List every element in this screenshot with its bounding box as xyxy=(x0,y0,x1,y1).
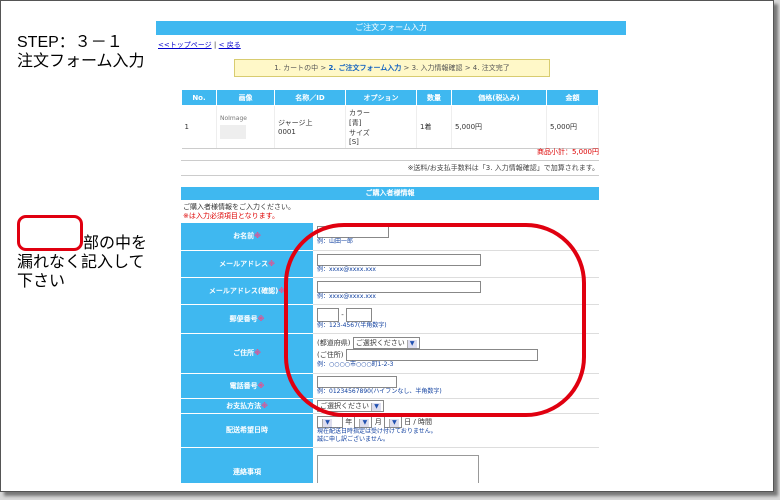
table-row: 1 NoImage ジャージ上 0001 カラー [青] サイズ [S] 1着 … xyxy=(181,105,599,149)
step-title: 注文フォーム入力 xyxy=(17,53,145,70)
row-qty: 1着 xyxy=(416,105,452,149)
option-color-label: カラー xyxy=(349,109,370,117)
delivery-label: 配送希望日時 xyxy=(181,413,313,448)
payment-label-text: お支払方法 xyxy=(226,401,262,410)
col-amount: 金額 xyxy=(546,89,599,106)
year-label: 年 xyxy=(345,418,353,426)
address-label-text: ご住所 xyxy=(233,349,255,357)
shipping-note: ※送料/お支払手数料は「3. 入力情報確認」で加算されます。 xyxy=(181,160,599,176)
required-mark: ※ xyxy=(261,401,268,410)
delivery-note-2: 誠に申し訳ございません。 xyxy=(317,436,389,443)
subtotal: 商品小計：5,000円 xyxy=(536,148,599,156)
col-image: 画像 xyxy=(216,89,275,106)
link-separator: | xyxy=(213,41,217,49)
tel-label-text: 電話番号 xyxy=(229,381,258,390)
delivery-field-cell: ▼ 年 ▼ 月 ▼ 日 / 時間 現在配送日時指定は受け付けておりません。 誠に… xyxy=(313,413,599,448)
screenshot-frame: STEP：３－１ 注文フォーム入力 部の中を 漏れなく記入して 下さい ご注文フ… xyxy=(0,0,774,492)
note-line-3: 下さい xyxy=(17,273,66,290)
note-line-1: 部の中を xyxy=(83,235,148,252)
name-label-text: お名前 xyxy=(233,232,255,241)
note-line-2: 漏れなく記入して xyxy=(17,254,145,271)
step-caption: STEP：３－１ 注文フォーム入力 xyxy=(17,33,145,71)
form-row-message: 連絡事項 xyxy=(181,447,599,483)
month-select[interactable]: ▼ xyxy=(354,416,373,428)
row-options: カラー [青] サイズ [S] xyxy=(345,105,417,149)
zip-label-text: 郵便番号 xyxy=(229,314,258,323)
buyer-intro: ご購入者様情報をご入力ください。 ※は入力必須項目となります。 xyxy=(183,203,295,221)
product-name: ジャージ上 xyxy=(278,119,313,127)
option-color-value: [青] xyxy=(349,119,362,127)
row-no: 1 xyxy=(181,105,217,149)
cart-table: No. 画像 名称／ID オプション 数量 価格(税込み) 金額 1 NoIma… xyxy=(181,89,599,149)
required-mark: ※ xyxy=(257,314,265,323)
step-rest: > 3. 入力情報確認 > 4. 注文完了 xyxy=(401,64,510,72)
month-label: 月 xyxy=(374,418,382,426)
required-mark: ※ xyxy=(254,349,261,357)
payment-label: お支払方法※ xyxy=(181,398,313,414)
step-current: 2. ご注文フォーム入力 xyxy=(328,64,402,72)
required-mark: ※ xyxy=(268,259,275,268)
nav-links: <<トップページ | < 戻る xyxy=(156,35,626,50)
progress-steps: 1. カートの中 > 2. ご注文フォーム入力 > 3. 入力情報確認 > 4.… xyxy=(234,59,550,77)
email-confirm-label-text: メールアドレス(確認) xyxy=(208,286,279,295)
col-no: No. xyxy=(181,89,217,106)
row-image: NoImage xyxy=(216,105,275,149)
required-mark: ※ xyxy=(254,232,261,241)
top-page-link[interactable]: <<トップページ xyxy=(158,41,212,49)
required-note: ※は入力必須項目となります。 xyxy=(183,212,279,220)
form-row-delivery: 配送希望日時 ▼ 年 ▼ 月 ▼ 日 / 時間 現在配送日時指定は受け付けており… xyxy=(181,413,599,448)
day-select[interactable]: ▼ xyxy=(383,416,402,428)
chevron-down-icon: ▼ xyxy=(322,419,332,427)
col-price: 価格(税込み) xyxy=(451,89,547,106)
col-option: オプション xyxy=(345,89,417,106)
required-mark: ※ xyxy=(257,381,265,390)
email-label-text: メールアドレス xyxy=(219,259,269,268)
option-size-value: [S] xyxy=(349,138,359,146)
cart-header-row: No. 画像 名称／ID オプション 数量 価格(税込み) 金額 xyxy=(181,89,599,106)
option-size-label: サイズ xyxy=(349,129,370,137)
product-id: 0001 xyxy=(278,128,296,136)
message-textarea[interactable] xyxy=(317,455,479,483)
year-select[interactable]: ▼ xyxy=(317,416,343,428)
message-field-cell xyxy=(313,447,599,483)
step-number: STEP：３－１ xyxy=(17,34,123,51)
page-title: ご注文フォーム入力 xyxy=(156,21,626,35)
name-label: お名前※ xyxy=(181,223,313,251)
delivery-selects: ▼ 年 ▼ 月 ▼ 日 / 時間 xyxy=(317,416,598,428)
back-link[interactable]: < 戻る xyxy=(219,41,241,49)
row-name: ジャージ上 0001 xyxy=(274,105,346,149)
buyer-section-title: ご購入者様情報 xyxy=(181,187,599,200)
col-name: 名称／ID xyxy=(274,89,346,106)
chevron-down-icon: ▼ xyxy=(388,419,399,427)
step-cart: 1. カートの中 > xyxy=(274,64,329,72)
chevron-down-icon: ▼ xyxy=(359,419,370,427)
row-amount: 5,000円 xyxy=(546,105,599,149)
delivery-note-1: 現在配送日時指定は受け付けておりません。 xyxy=(317,428,437,435)
row-price: 5,000円 xyxy=(451,105,547,149)
instruction-note: 部の中を 漏れなく記入して 下さい xyxy=(17,234,167,291)
col-qty: 数量 xyxy=(416,89,452,106)
no-image-label: NoImage xyxy=(220,115,247,122)
highlight-oval xyxy=(284,223,586,417)
product-thumbnail xyxy=(220,125,246,139)
message-label: 連絡事項 xyxy=(181,447,313,483)
day-time-label: 日 / 時間 xyxy=(404,418,432,426)
buyer-intro-text: ご購入者様情報をご入力ください。 xyxy=(183,203,295,211)
